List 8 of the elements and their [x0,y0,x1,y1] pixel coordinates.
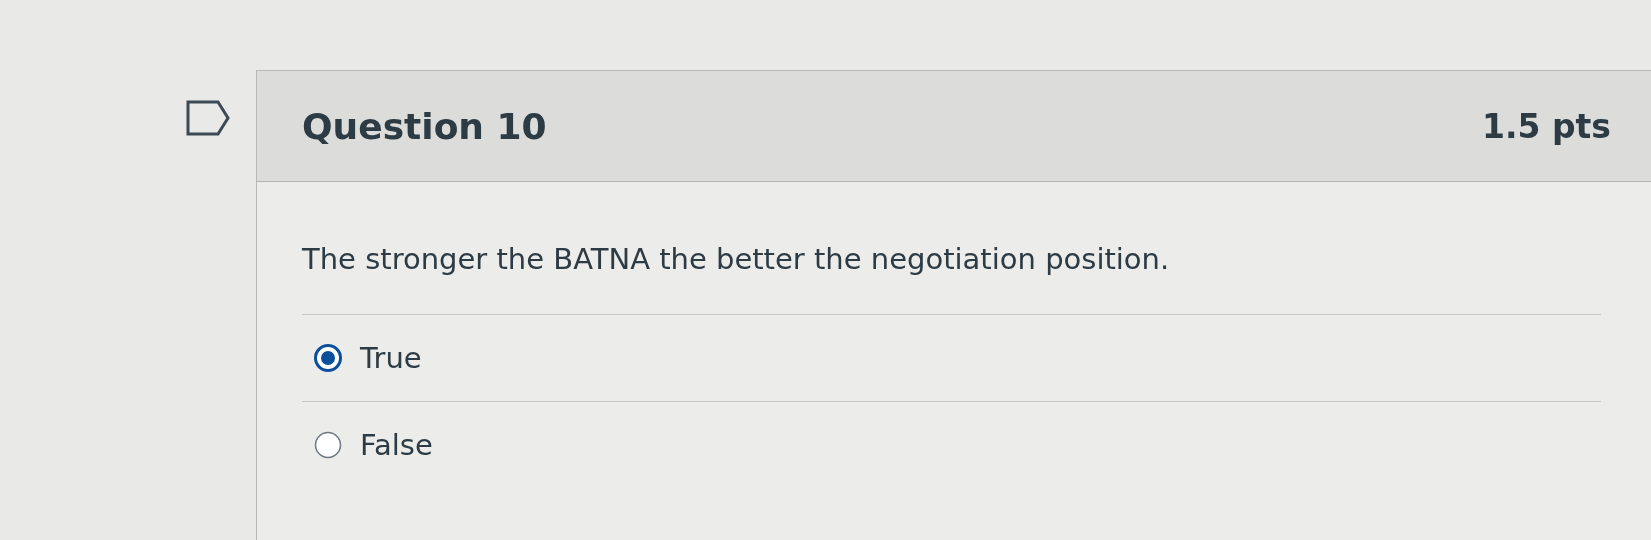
question-title: Question 10 [302,105,547,147]
radio-button[interactable] [314,431,342,459]
answer-label[interactable]: True [360,341,422,375]
answer-label[interactable]: False [360,428,433,462]
question-points: 1.5 pts [1482,106,1611,146]
radio-button[interactable] [314,344,342,372]
question-text: The stronger the BATNA the better the negotiation position. [302,242,1171,276]
flag-icon[interactable] [186,100,230,136]
